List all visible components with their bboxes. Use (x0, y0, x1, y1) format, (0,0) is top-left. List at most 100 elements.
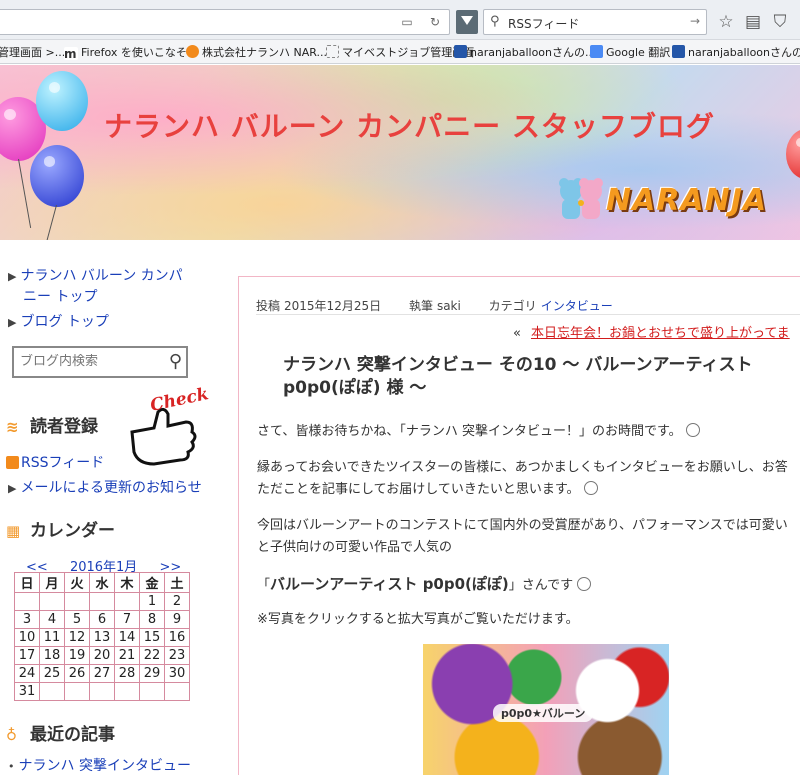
calendar-day-cell: 12 (64, 628, 90, 647)
search-icon[interactable]: ⚲ (169, 351, 182, 372)
calendar-heading: ▦ カレンダー (6, 521, 115, 541)
weekday-cell: 水 (89, 572, 115, 593)
recent-post-link[interactable]: • ナランハ 突撃インタビュー (8, 756, 191, 775)
blog-title[interactable]: ナランハ バルーン カンパニー スタッフブログ (104, 105, 715, 145)
calendar-day-cell: 23 (164, 646, 190, 665)
lightbulb-icon: ♁ (6, 726, 17, 744)
photo-note: ※写真をクリックすると拡大写真がご覧いただけます。 (257, 612, 579, 627)
search-icon: ⚲ (490, 14, 500, 29)
post-category-link[interactable]: インタビュー (541, 299, 613, 313)
calendar-day-cell: 13 (89, 628, 115, 647)
email-updates-link[interactable]: ▶ メールによる更新のお知らせ (8, 478, 202, 499)
blog-search-input[interactable] (20, 354, 160, 369)
calendar-day-cell: 18 (39, 646, 65, 665)
paragraph: 縁あってお会いできたツイスターの皆様に、あつかましくもインタビューをお願いし、お… (257, 460, 788, 497)
calendar-day-cell: 29 (139, 664, 165, 683)
calendar-day-cell: 21 (114, 646, 140, 665)
previous-post-link[interactable]: «本日忘年会！お鍋とおせちで盛り上がってま (513, 322, 790, 341)
bullet-icon: • (8, 760, 15, 773)
calendar-day-cell (64, 682, 90, 701)
artist-subheading: 「バルーンアーティスト p0p0(ぽぽ)」さんです (257, 573, 592, 594)
sidebar: ▶ナランハ バルーン カンパ ニー トップ ▶ブログ トップ ⚲ ≋読者登録 C… (0, 240, 228, 775)
bookmark-item[interactable]: m Firefox を使いこなそう (64, 44, 198, 61)
calendar-day-cell: 27 (89, 664, 115, 683)
calendar-day-cell: 14 (114, 628, 140, 647)
m-icon: m (64, 47, 78, 61)
previous-arrow-icon: « (513, 326, 521, 341)
sidebar-link-blog-top[interactable]: ▶ ブログ トップ (8, 312, 109, 333)
calendar-table: 日 月 火 水 木 金 土 1 2 3 4 5 6 7 8 9 10 11 12 13 14 15 16 17 1… (14, 572, 190, 701)
calendar-week-row: 31 (14, 682, 190, 701)
search-bar[interactable]: ⚲ RSSフィード → (483, 9, 707, 35)
orange-icon (186, 45, 199, 58)
calendar-week-row: 3456789 (14, 610, 190, 629)
u-icon (672, 45, 685, 58)
photo-caption: p0p0★バルーン (493, 704, 594, 722)
bookmark-item[interactable]: 管理画面 >... (0, 44, 65, 60)
calendar-day-cell: 31 (14, 682, 40, 701)
paragraph: さて、皆様お待ちかね、「ナランハ 突撃インタビュー！」のお時間です。 (257, 421, 800, 443)
sidebar-link-company-top[interactable]: ▶ ナランハ バルーン カンパ ニー トップ (8, 266, 183, 307)
naranja-logo[interactable]: NARANJA (606, 183, 767, 218)
calendar-day-cell: 19 (64, 646, 90, 665)
bookmark-item[interactable]: マイベストジョブ管理画面 (326, 44, 474, 60)
bookmark-item[interactable]: 株式会社ナランハ NAR... (186, 44, 327, 60)
calendar-day-cell (139, 682, 165, 701)
weekday-cell: 日 (14, 572, 40, 593)
paragraph: 今回はバルーンアートのコンテストにて国内外の受賞歴があり、パフォーマンスでは可愛… (257, 518, 788, 555)
calendar-day-cell: 15 (139, 628, 165, 647)
calendar-day-cell: 7 (114, 610, 140, 629)
calendar-day-cell: 1 (139, 592, 165, 611)
calendar-day-cell: 26 (64, 664, 90, 683)
cyan-balloon (36, 71, 88, 131)
calendar-week-row: 17 18 19 20 21 22 23 (14, 646, 190, 665)
emoji-icon (577, 577, 592, 591)
blog-search-box: ⚲ (12, 346, 188, 378)
bookmark-item[interactable]: naranjaballoonさんの... (672, 44, 800, 60)
calendar-day-cell: 9 (164, 610, 190, 629)
article: 投稿 2015年12月25日 執筆 saki カテゴリ インタビュー «本日忘年会！お… (238, 276, 800, 775)
calendar-week-row: 24 25 26 27 28 29 30 (14, 664, 190, 683)
bookmarks-menu-icon[interactable]: ▤ (743, 12, 763, 32)
rss-feed-link[interactable]: RSSフィード (6, 452, 104, 472)
triangle-right-icon: ▶ (8, 482, 17, 495)
reader-view-icon[interactable]: ▭ (399, 15, 415, 29)
download-icon[interactable] (456, 10, 478, 34)
calendar-day-cell (114, 592, 140, 611)
calendar-day-cell: 30 (164, 664, 190, 683)
calendar-day-cell (164, 682, 190, 701)
calendar-day-cell: 16 (164, 628, 190, 647)
reader-registration-heading: ≋ 読者登録 (6, 417, 98, 437)
bookmarks-bar: 管理画面 >... m Firefox を使いこなそう 株式会社ナランハ NAR.… (0, 40, 800, 64)
search-bar-value: RSSフィード (508, 17, 580, 31)
meta-divider (256, 314, 800, 315)
weekday-cell: 土 (164, 572, 190, 593)
calendar-day-cell: 5 (64, 610, 90, 629)
post-date: 2015年12月25日 (284, 299, 382, 313)
emoji-icon (583, 481, 598, 495)
calendar-day-cell: 17 (14, 646, 40, 665)
rss-icon (6, 456, 19, 469)
weekday-cell: 木 (114, 572, 140, 593)
calendar-day-cell: 20 (89, 646, 115, 665)
calendar-day-cell: 11 (39, 628, 65, 647)
u-icon (454, 45, 467, 58)
calendar-body: 1 2 3 4 5 6 7 8 9 10 11 12 13 14 15 16 17 18 19 20 21 22 23 24 2… (14, 592, 190, 701)
artist-photo[interactable]: p0p0★バルーン (423, 644, 669, 775)
calendar-week-row: 10 11 12 13 14 15 16 (14, 628, 190, 647)
bookmark-item[interactable]: Google 翻訳 (590, 44, 670, 60)
search-go-icon[interactable]: → (690, 14, 700, 28)
bookmark-star-icon[interactable]: ☆ (716, 12, 736, 32)
post-meta: 投稿 2015年12月25日 執筆 saki カテゴリ インタビュー (256, 299, 613, 313)
pocket-icon[interactable]: ⛉ (770, 12, 790, 32)
triangle-right-icon: ▶ (8, 316, 17, 329)
calendar-day-cell: 22 (139, 646, 165, 665)
balloon-string (45, 204, 57, 240)
url-bar[interactable]: ▭ ↻ (0, 9, 450, 35)
browser-toolbar: ▭ ↻ ⚲ RSSフィード → ☆ ▤ ⛉ (0, 0, 800, 40)
calendar-day-cell: 6 (89, 610, 115, 629)
calendar-day-cell: 24 (14, 664, 40, 683)
bookmark-item[interactable]: naranjaballoonさんの... (454, 44, 596, 60)
calendar-week-row: 12 (14, 592, 190, 611)
reload-icon[interactable]: ↻ (427, 15, 443, 29)
